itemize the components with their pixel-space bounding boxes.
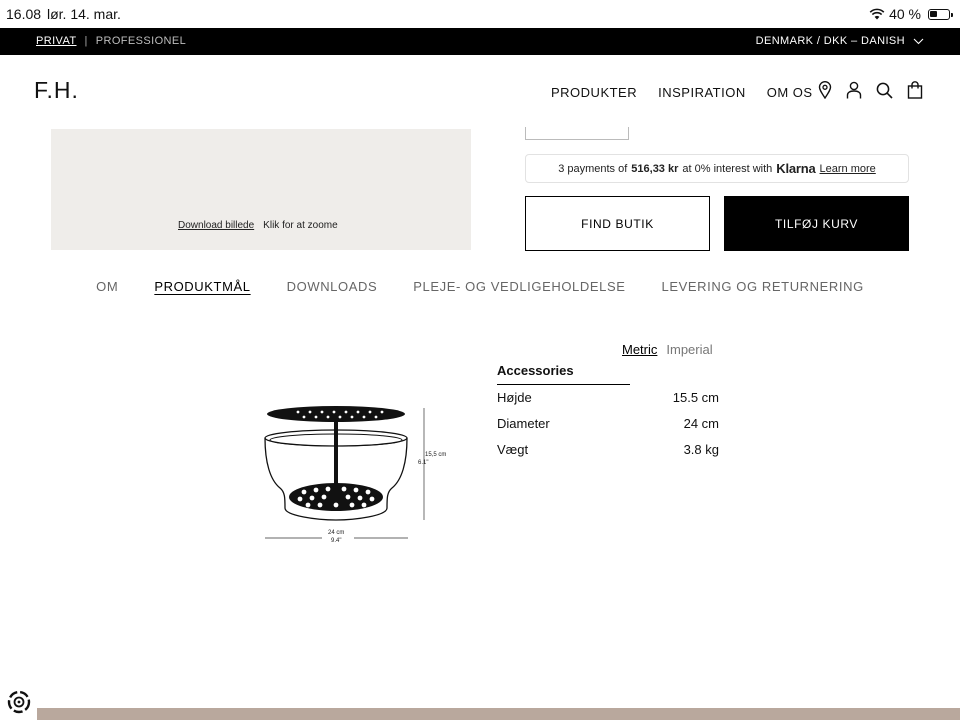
spec-value: 3.8 kg [683,442,719,457]
status-time: 16.08 [6,6,42,22]
klarna-logo: Klarna [776,161,816,176]
drawing-height-cm: 15,5 cm [425,452,446,458]
image-actions: Download billede Klik for at zoome [178,220,338,231]
product-tabs: OM PRODUKTMÅL DOWNLOADS PLEJE- OG VEDLIG… [0,279,960,294]
tab-pleje[interactable]: PLEJE- OG VEDLIGEHOLDELSE [413,279,625,294]
segment-professional-link[interactable]: PROFESSIONEL [96,35,186,47]
locale-label: DENMARK / DKK – DANISH [755,35,905,47]
segment-private-link[interactable]: PRIVAT [36,35,77,47]
klarna-learn-more-link[interactable]: Learn more [820,163,876,175]
dimension-drawing: 15,5 cm 6.1" 24 cm 9.4" [264,406,446,544]
nav-item-om-os[interactable]: OM OS [767,85,813,100]
brand-logo[interactable]: F.H. [34,77,79,104]
site-header: F.H. PRODUKTER INSPIRATION OM OS [0,55,960,127]
search-icon[interactable] [876,82,893,99]
zoom-hint[interactable]: Klik for at zoome [263,220,337,231]
tab-downloads[interactable]: DOWNLOADS [287,279,378,294]
quantity-selector[interactable] [525,127,629,140]
top-bar: PRIVAT | PROFESSIONEL DENMARK / DKK – DA… [0,28,960,55]
klarna-amount: 516,33 kr [631,162,679,175]
tab-levering[interactable]: LEVERING OG RETURNERING [662,279,864,294]
klarna-middle: at 0% interest with [682,162,773,175]
battery-percent: 40 % [889,6,921,22]
spec-label: Diameter [497,416,550,431]
klarna-prefix: 3 payments of [558,162,628,175]
account-icon[interactable] [846,81,862,99]
nav-item-inspiration[interactable]: INSPIRATION [658,85,746,100]
battery-icon [928,8,953,20]
spec-row: Vægt 3.8 kg [497,442,719,457]
spec-value: 24 cm [683,416,719,431]
download-image-link[interactable]: Download billede [178,220,254,231]
drawing-width-in: 9.4" [331,538,341,544]
main-nav: PRODUKTER INSPIRATION OM OS [551,85,813,100]
product-image[interactable]: Download billede Klik for at zoome [51,129,471,250]
find-store-button[interactable]: FIND BUTIK [525,196,710,251]
drawing-height-in: 6.1" [418,460,428,466]
add-to-cart-button[interactable]: TILFØJ KURV [724,196,909,251]
tab-om[interactable]: OM [96,279,118,294]
customer-segment-switch: PRIVAT | PROFESSIONEL [36,35,186,47]
unit-toggle: Metric Imperial [622,342,713,357]
drawing-width-cm: 24 cm [328,530,344,536]
klarna-banner: 3 payments of 516,33 kr at 0% interest w… [525,154,909,183]
unit-imperial-option[interactable]: Imperial [666,342,712,357]
cookie-settings-icon[interactable] [6,689,32,715]
spec-row: Højde 15.5 cm [497,390,719,405]
spec-section-title: Accessories [497,363,630,385]
spec-label: Højde [497,390,532,405]
spec-value: 15.5 cm [672,390,719,405]
chevron-down-icon [913,38,924,44]
location-pin-icon[interactable] [818,81,832,99]
nav-item-produkter[interactable]: PRODUKTER [551,85,637,100]
shopping-bag-icon[interactable] [907,81,923,99]
segment-separator: | [84,35,88,47]
spec-row: Diameter 24 cm [497,416,719,431]
locale-selector[interactable]: DENMARK / DKK – DANISH [756,35,924,47]
header-icons [818,81,923,99]
footer-strip [37,708,960,720]
status-right: 40 % [869,6,953,22]
wifi-icon [869,8,885,20]
unit-metric-option[interactable]: Metric [622,342,657,357]
status-date: lør. 14. mar. [47,6,121,22]
spec-label: Vægt [497,442,529,457]
tab-produktmaal[interactable]: PRODUKTMÅL [154,279,250,294]
status-bar: 16.08 lør. 14. mar. 40 % [0,0,960,28]
